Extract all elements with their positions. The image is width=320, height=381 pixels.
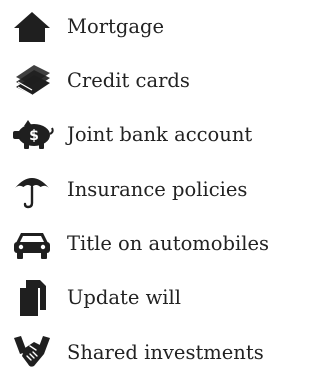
list-item-label: Insurance policies bbox=[67, 178, 248, 202]
handshake-icon bbox=[10, 331, 54, 375]
svg-text:$: $ bbox=[29, 128, 39, 144]
list-item-update-will: Update will bbox=[0, 273, 293, 323]
list-item-label: Credit cards bbox=[67, 69, 190, 93]
list-item-shared-investments: Shared investments bbox=[0, 328, 293, 378]
car-icon bbox=[10, 222, 54, 266]
list-item-credit-cards: Credit cards bbox=[0, 56, 293, 106]
list-item-title-on-automobiles: Title on automobiles bbox=[0, 219, 293, 269]
list-item-label: Update will bbox=[67, 286, 182, 310]
checklist: Mortgage Credit cards $ Joint bank accou… bbox=[0, 0, 293, 381]
list-item-insurance-policies: Insurance policies bbox=[0, 165, 293, 215]
list-item-mortgage: Mortgage bbox=[0, 2, 293, 52]
umbrella-icon bbox=[10, 168, 54, 212]
list-item-label: Title on automobiles bbox=[67, 232, 270, 256]
document-icon bbox=[10, 276, 54, 320]
credit-cards-icon bbox=[10, 59, 54, 103]
list-item-joint-bank-account: $ Joint bank account bbox=[0, 110, 293, 160]
list-item-label: Joint bank account bbox=[67, 123, 253, 147]
list-item-label: Mortgage bbox=[67, 15, 164, 39]
list-item-label: Shared investments bbox=[67, 341, 264, 365]
piggy-bank-icon: $ bbox=[10, 113, 54, 157]
house-icon bbox=[10, 5, 54, 49]
